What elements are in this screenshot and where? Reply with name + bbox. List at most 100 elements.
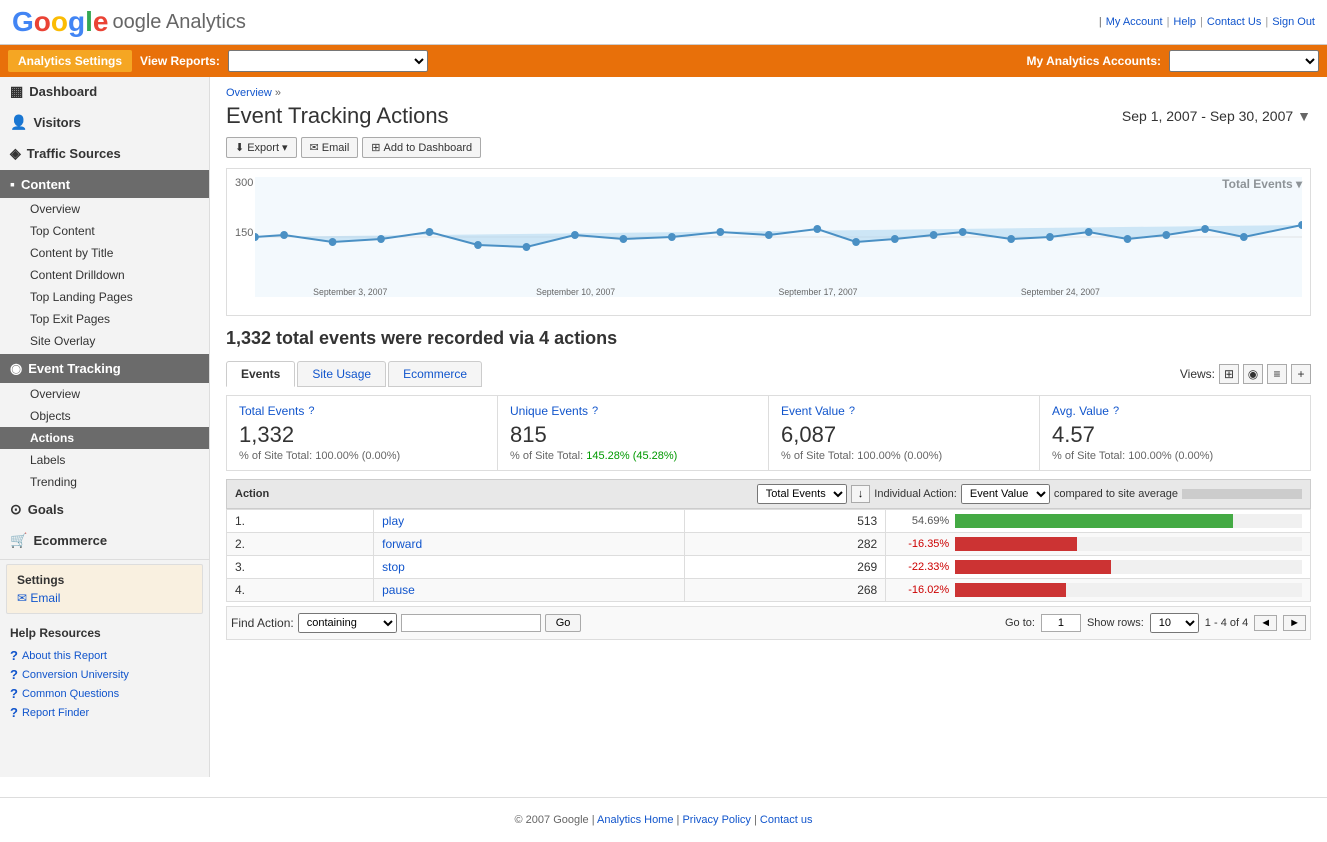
sidebar-item-event-tracking[interactable]: ◉ Event Tracking: [0, 354, 209, 383]
tab-list: Events Site Usage Ecommerce: [226, 361, 484, 387]
sidebar-sub-content-by-title[interactable]: Content by Title: [0, 242, 209, 264]
footer-contact-link[interactable]: Contact us: [760, 814, 813, 826]
next-page-button[interactable]: ►: [1283, 615, 1306, 631]
tab-site-usage[interactable]: Site Usage: [297, 361, 386, 387]
table-body: 1. play 513 54.69% 2. forward: [227, 510, 1311, 602]
sidebar-section-ecommerce: 🛒 Ecommerce: [0, 526, 209, 555]
view-compare-icon[interactable]: +: [1291, 364, 1311, 384]
sidebar-item-dashboard[interactable]: ▦ Dashboard: [0, 77, 209, 106]
analytics-settings-button[interactable]: Analytics Settings: [8, 50, 132, 72]
sidebar-sub-site-overlay[interactable]: Site Overlay: [0, 330, 209, 352]
sidebar-section-dashboard: ▦ Dashboard: [0, 77, 209, 106]
add-to-dashboard-button[interactable]: ⊞ Add to Dashboard: [362, 137, 481, 158]
view-pie-icon[interactable]: ◉: [1243, 364, 1263, 384]
chart-y-300: 300: [235, 177, 253, 189]
help-questions-icon: ?: [10, 686, 18, 701]
prev-page-button[interactable]: ◄: [1254, 615, 1277, 631]
sidebar-sub-et-actions[interactable]: Actions: [0, 427, 209, 449]
table-row: 1. play 513 54.69%: [227, 510, 1311, 533]
unique-events-help-icon[interactable]: ?: [592, 405, 598, 417]
footer-privacy-link[interactable]: Privacy Policy: [682, 814, 750, 826]
breadcrumb-overview-link[interactable]: Overview: [226, 87, 272, 99]
bar-pct-stop: -22.33%: [894, 561, 949, 573]
sidebar-sub-content-overview[interactable]: Overview: [0, 198, 209, 220]
sidebar-sub-et-trending[interactable]: Trending: [0, 471, 209, 493]
help-link[interactable]: Help: [1173, 16, 1196, 28]
date-range-text: Sep 1, 2007 - Sep 30, 2007: [1122, 108, 1293, 124]
tab-ecommerce[interactable]: Ecommerce: [388, 361, 482, 387]
event-tracking-icon: ◉: [10, 360, 22, 377]
sort-direction-button[interactable]: ↓: [851, 485, 871, 503]
row-bar-cell: -16.35%: [886, 533, 1311, 556]
action-bar: ⬇ Export ▾ ✉ Email ⊞ Add to Dashboard: [226, 137, 1311, 158]
help-conversion-link[interactable]: Conversion University: [22, 669, 129, 681]
sidebar-ecommerce-label: Ecommerce: [33, 533, 107, 548]
row-num: 3.: [227, 556, 374, 579]
sidebar-item-visitors[interactable]: 👤 Visitors: [0, 108, 209, 137]
show-rows-select[interactable]: 10 25 50 100: [1150, 613, 1199, 633]
sidebar-sub-top-exit[interactable]: Top Exit Pages: [0, 308, 209, 330]
settings-email-link[interactable]: ✉ Email: [17, 591, 60, 605]
view-grid-icon[interactable]: ⊞: [1219, 364, 1239, 384]
sidebar-item-traffic-sources[interactable]: ◈ Traffic Sources: [0, 139, 209, 168]
add-dashboard-icon: ⊞: [371, 141, 380, 154]
sidebar-item-content[interactable]: ▪ Content: [0, 170, 209, 198]
sidebar-item-goals[interactable]: ⊙ Goals: [0, 495, 209, 524]
bar-container-stop: -22.33%: [894, 560, 1302, 574]
goto-input[interactable]: [1041, 614, 1081, 632]
bar-fill-forward: [955, 537, 1076, 551]
footer-analytics-home-link[interactable]: Analytics Home: [597, 814, 673, 826]
sort-select[interactable]: Total Events: [757, 484, 847, 504]
sidebar-sub-et-objects[interactable]: Objects: [0, 405, 209, 427]
contact-us-link[interactable]: Contact Us: [1207, 16, 1261, 28]
sidebar-sub-top-landing[interactable]: Top Landing Pages: [0, 286, 209, 308]
view-list-icon[interactable]: ≡: [1267, 364, 1287, 384]
settings-section: Settings ✉ Email: [6, 564, 203, 614]
summary-count: 1,332 total events were recorded via 4 a…: [226, 328, 617, 348]
filter-go-button[interactable]: Go: [545, 614, 582, 632]
tab-events[interactable]: Events: [226, 361, 295, 387]
layout: ▦ Dashboard 👤 Visitors ◈ Traffic Sources…: [0, 77, 1327, 777]
total-events-help-icon[interactable]: ?: [308, 405, 314, 417]
sidebar-sub-top-content[interactable]: Top Content: [0, 220, 209, 242]
individual-action-select[interactable]: Event Value: [961, 484, 1050, 504]
help-item-questions: ? Common Questions: [10, 684, 199, 703]
metric-total-events-label: Total Events ?: [239, 404, 485, 418]
sidebar-sub-content-drilldown[interactable]: Content Drilldown: [0, 264, 209, 286]
sign-out-link[interactable]: Sign Out: [1272, 16, 1315, 28]
svg-text:September 24, 2007: September 24, 2007: [1021, 287, 1100, 297]
view-reports-select[interactable]: [228, 50, 428, 72]
pipe-sep: |: [1099, 16, 1102, 28]
action-column-header: Action: [235, 488, 753, 500]
traffic-icon: ◈: [10, 145, 21, 162]
help-about-link[interactable]: About this Report: [22, 650, 107, 662]
chart-y-150: 150: [235, 227, 253, 239]
filter-label: Find Action:: [231, 616, 294, 630]
help-section: Help Resources ? About this Report ? Con…: [0, 618, 209, 730]
help-about-icon: ?: [10, 648, 18, 663]
export-button[interactable]: ⬇ Export ▾: [226, 137, 297, 158]
event-value-help-icon[interactable]: ?: [849, 405, 855, 417]
row-action-link-stop[interactable]: stop: [382, 560, 405, 574]
help-questions-link[interactable]: Common Questions: [22, 688, 119, 700]
sidebar-section-content: ▪ Content Overview Top Content Content b…: [0, 170, 209, 352]
sidebar-sub-et-overview[interactable]: Overview: [0, 383, 209, 405]
page-title: Event Tracking Actions: [226, 103, 449, 129]
row-action-link-pause[interactable]: pause: [382, 583, 415, 597]
avg-value-help-icon[interactable]: ?: [1113, 405, 1119, 417]
my-analytics-accounts-select[interactable]: [1169, 50, 1319, 72]
email-button[interactable]: ✉ Email: [301, 137, 359, 158]
svg-text:September 10, 2007: September 10, 2007: [536, 287, 615, 297]
filter-text-input[interactable]: [401, 614, 541, 632]
date-range[interactable]: Sep 1, 2007 - Sep 30, 2007 ▼: [1122, 108, 1311, 124]
help-finder-link[interactable]: Report Finder: [22, 707, 89, 719]
my-account-link[interactable]: My Account: [1106, 16, 1163, 28]
row-action-link-play[interactable]: play: [382, 514, 404, 528]
sidebar-item-ecommerce[interactable]: 🛒 Ecommerce: [0, 526, 209, 555]
toolbar-left: Analytics Settings View Reports:: [8, 50, 428, 72]
metric-total-events: Total Events ? 1,332 % of Site Total: 10…: [227, 396, 498, 470]
sidebar-sub-et-labels[interactable]: Labels: [0, 449, 209, 471]
row-action-link-forward[interactable]: forward: [382, 537, 422, 551]
sidebar-event-tracking-label: Event Tracking: [28, 361, 120, 376]
filter-type-select[interactable]: containing not containing matching not m…: [298, 613, 397, 633]
